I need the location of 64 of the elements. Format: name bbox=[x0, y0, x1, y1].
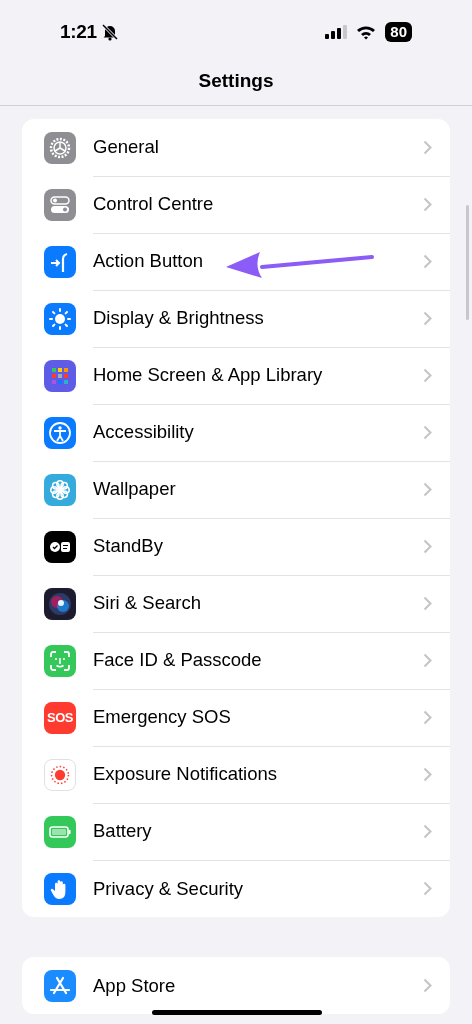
chevron-icon bbox=[423, 310, 432, 326]
row-label: Battery bbox=[93, 820, 152, 842]
signal-icon bbox=[325, 25, 348, 39]
row-label: Exposure Notifications bbox=[93, 763, 278, 785]
action-button-icon bbox=[44, 245, 76, 278]
wifi-icon bbox=[356, 24, 377, 40]
row-label: StandBy bbox=[93, 535, 163, 557]
settings-row[interactable]: General bbox=[22, 119, 450, 176]
accessibility-icon bbox=[44, 416, 76, 449]
settings-row[interactable]: App Store bbox=[22, 957, 450, 1014]
settings-row[interactable]: Siri & Search bbox=[22, 575, 450, 632]
row-label: Control Centre bbox=[93, 193, 214, 215]
chevron-icon bbox=[423, 196, 432, 212]
chevron-icon bbox=[423, 595, 432, 611]
settings-row[interactable]: Home Screen & App Library bbox=[22, 347, 450, 404]
hand-icon bbox=[44, 872, 76, 905]
chevron-icon bbox=[423, 481, 432, 497]
chevron-icon bbox=[423, 139, 432, 155]
settings-row[interactable]: Battery bbox=[22, 803, 450, 860]
battery-level: 80 bbox=[385, 22, 412, 42]
chevron-icon bbox=[423, 823, 432, 839]
battery-icon bbox=[44, 815, 76, 848]
row-label: General bbox=[93, 136, 159, 158]
chevron-icon bbox=[423, 709, 432, 725]
flower-icon bbox=[44, 473, 76, 506]
chevron-icon bbox=[423, 978, 432, 993]
chevron-icon bbox=[423, 766, 432, 782]
app-grid-icon bbox=[44, 359, 76, 392]
chevron-icon bbox=[423, 652, 432, 668]
settings-row[interactable]: StandBy bbox=[22, 518, 450, 575]
settings-row[interactable]: Display & Brightness bbox=[22, 290, 450, 347]
sos-icon: SOS bbox=[44, 701, 76, 734]
row-label: Emergency SOS bbox=[93, 706, 231, 728]
chevron-icon bbox=[423, 424, 432, 440]
row-label: Action Button bbox=[93, 250, 204, 272]
gear-icon bbox=[44, 131, 76, 164]
chevron-icon bbox=[423, 881, 432, 896]
row-label: Privacy & Security bbox=[93, 877, 244, 900]
chevron-icon bbox=[423, 367, 432, 383]
settings-row[interactable]: SOS Emergency SOS bbox=[22, 689, 450, 746]
standby-icon bbox=[44, 530, 76, 563]
settings-row[interactable]: Privacy & Security bbox=[22, 860, 450, 917]
app-store-icon bbox=[44, 969, 76, 1002]
row-label: Wallpaper bbox=[93, 478, 176, 500]
exposure-icon bbox=[44, 758, 76, 791]
sun-icon bbox=[44, 302, 76, 335]
row-label: Home Screen & App Library bbox=[93, 364, 323, 386]
settings-row[interactable]: Face ID & Passcode bbox=[22, 632, 450, 689]
settings-row[interactable]: Exposure Notifications bbox=[22, 746, 450, 803]
settings-row[interactable]: Control Centre bbox=[22, 176, 450, 233]
toggles-icon bbox=[44, 188, 76, 221]
chevron-icon bbox=[423, 538, 432, 554]
row-label: Accessibility bbox=[93, 421, 194, 443]
row-label: Face ID & Passcode bbox=[93, 649, 262, 671]
row-label: App Store bbox=[93, 974, 176, 997]
settings-row[interactable]: Wallpaper bbox=[22, 461, 450, 518]
face-id-icon bbox=[44, 644, 76, 677]
chevron-icon bbox=[423, 253, 432, 269]
status-time: 1:21 bbox=[60, 21, 97, 43]
settings-row[interactable]: Accessibility bbox=[22, 404, 450, 461]
siri-orb-icon bbox=[44, 587, 76, 620]
row-label: Display & Brightness bbox=[93, 307, 264, 329]
page-title: Settings bbox=[198, 69, 274, 92]
row-label: Siri & Search bbox=[93, 592, 201, 614]
